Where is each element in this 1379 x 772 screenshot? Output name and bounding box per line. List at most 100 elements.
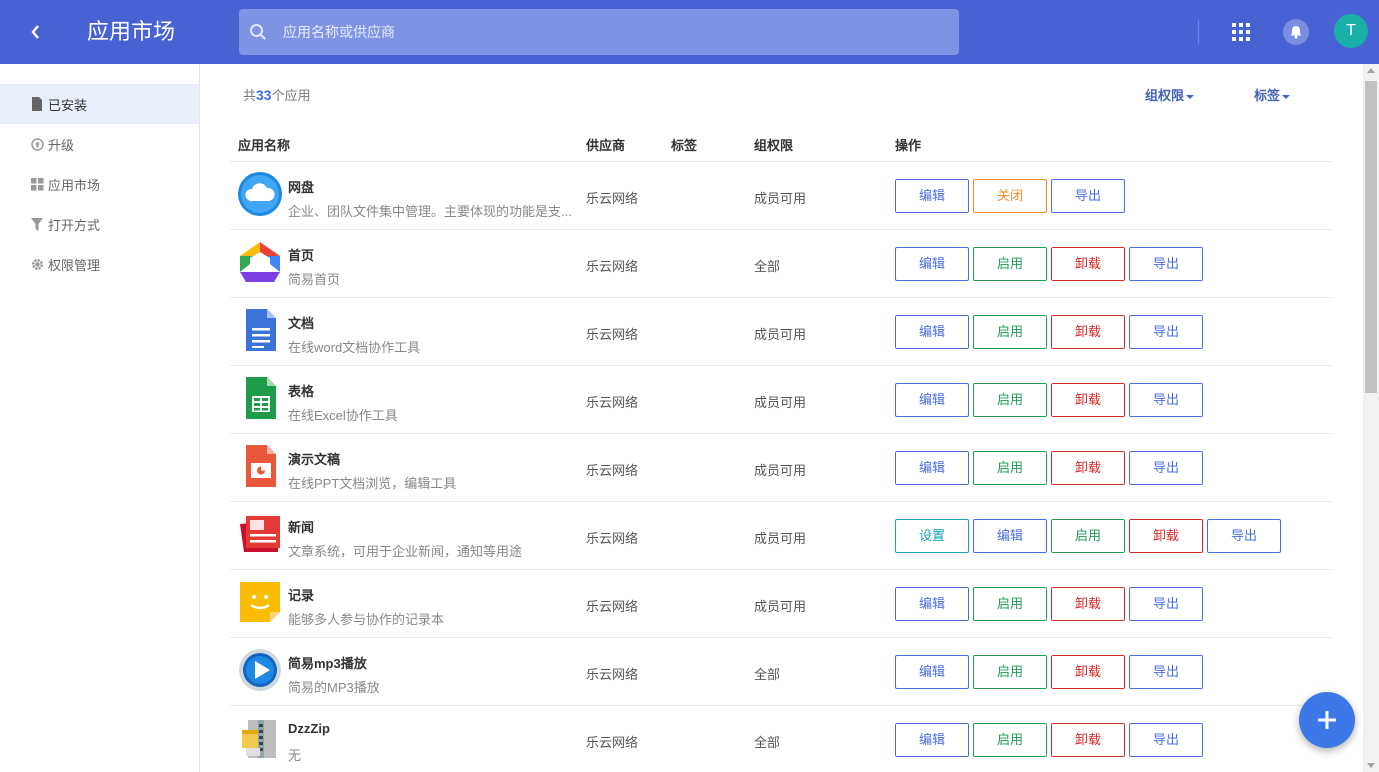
caret-down-icon <box>1282 94 1291 99</box>
edit-button[interactable]: 编辑 <box>895 383 969 417</box>
table-row: 网盘企业、团队文件集中管理。主要体现的功能是支... 乐云网络 成员可用 编辑 关闭 导出 <box>230 162 1332 230</box>
cloud-icon <box>238 172 282 216</box>
close-button[interactable]: 关闭 <box>973 179 1047 213</box>
col-header-vendor: 供应商 <box>586 138 626 153</box>
app-vendor: 乐云网络 <box>586 327 639 342</box>
uninstall-button[interactable]: 卸载 <box>1051 587 1125 621</box>
edit-button[interactable]: 编辑 <box>895 315 969 349</box>
vertical-scrollbar[interactable] <box>1363 64 1379 772</box>
enable-button[interactable]: 启用 <box>973 247 1047 281</box>
table-row: 文档在线word文档协作工具 乐云网络 成员可用 编辑 启用 卸载 导出 <box>230 298 1332 366</box>
main-content: 共33个应用 组权限 标签 应用名称 供应商 标签 组权限 操作 网盘 企业、团队… <box>200 64 1363 772</box>
export-button[interactable]: 导出 <box>1207 519 1281 553</box>
table-row: 演示文稿 在线PPT文档浏览，编辑工具 乐云网络 成员可用 编辑 启用 卸载 导出 <box>230 434 1332 502</box>
enable-button[interactable]: 启用 <box>973 655 1047 689</box>
sidebar-item-open-with[interactable]: 打开方式 <box>0 204 199 244</box>
export-button[interactable]: 导出 <box>1129 247 1203 281</box>
app-description: 无 <box>288 748 302 763</box>
app-count: 共33个应用 <box>243 85 311 104</box>
add-app-button[interactable] <box>1299 692 1355 748</box>
app-permission: 成员可用 <box>754 327 807 342</box>
export-button[interactable]: 导出 <box>1129 587 1203 621</box>
sidebar-item-permissions[interactable]: 权限管理 <box>0 244 199 284</box>
enable-button[interactable]: 启用 <box>1051 519 1125 553</box>
uninstall-button[interactable]: 卸载 <box>1051 723 1125 757</box>
edit-button[interactable]: 编辑 <box>895 451 969 485</box>
col-header-tag: 标签 <box>671 138 698 153</box>
sidebar-item-market[interactable]: 应用市场 <box>0 164 199 204</box>
export-button[interactable]: 导出 <box>1129 655 1203 689</box>
app-vendor: 乐云网络 <box>586 531 639 546</box>
app-vendor: 乐云网络 <box>586 735 639 750</box>
header-divider <box>1198 20 1199 44</box>
sidebar-item-label: 打开方式 <box>48 217 101 233</box>
app-permission: 成员可用 <box>754 463 807 478</box>
user-avatar[interactable]: T <box>1334 14 1368 48</box>
uninstall-button[interactable]: 卸载 <box>1051 451 1125 485</box>
app-vendor: 乐云网络 <box>586 191 639 206</box>
enable-button[interactable]: 启用 <box>973 383 1047 417</box>
scroll-down-arrow-icon[interactable] <box>1367 763 1375 768</box>
notification-bell-icon[interactable] <box>1283 19 1309 45</box>
back-arrow-icon[interactable] <box>24 20 48 44</box>
table-row: 首页 简易首页 乐云网络 全部 编辑 启用 卸载 导出 <box>230 230 1332 298</box>
app-description: 简易首页 <box>288 272 341 287</box>
edit-button[interactable]: 编辑 <box>895 655 969 689</box>
search-box[interactable] <box>239 9 959 55</box>
enable-button[interactable]: 启用 <box>973 587 1047 621</box>
gear-icon <box>30 257 44 271</box>
uninstall-button[interactable]: 卸载 <box>1129 519 1203 553</box>
grid-icon <box>30 177 44 191</box>
app-name: 演示文稿 <box>288 452 341 467</box>
app-description: 在线word文档协作工具 <box>288 340 421 355</box>
page-title: 应用市场 <box>87 19 176 44</box>
scroll-up-arrow-icon[interactable] <box>1367 68 1375 73</box>
uninstall-button[interactable]: 卸载 <box>1051 247 1125 281</box>
app-name: 网盘 <box>288 180 315 195</box>
app-name: 新闻 <box>288 520 315 535</box>
enable-button[interactable]: 启用 <box>973 315 1047 349</box>
edit-button[interactable]: 编辑 <box>895 723 969 757</box>
edit-button[interactable]: 编辑 <box>895 587 969 621</box>
app-description: 能够多人参与协作的记录本 <box>288 612 445 627</box>
edit-button[interactable]: 编辑 <box>895 179 969 213</box>
app-permission: 成员可用 <box>754 191 807 206</box>
col-header-name: 应用名称 <box>238 138 291 153</box>
tag-dropdown[interactable]: 标签 <box>1254 85 1291 104</box>
scroll-thumb[interactable] <box>1365 81 1377 393</box>
export-button[interactable]: 导出 <box>1051 179 1125 213</box>
export-button[interactable]: 导出 <box>1129 383 1203 417</box>
settings-button[interactable]: 设置 <box>895 519 969 553</box>
uninstall-button[interactable]: 卸载 <box>1051 383 1125 417</box>
export-button[interactable]: 导出 <box>1129 723 1203 757</box>
sidebar: 已安装 升级 应用市场 打开方式 权限管理 <box>0 64 200 772</box>
edit-button[interactable]: 编辑 <box>973 519 1047 553</box>
play-icon <box>238 648 282 692</box>
sidebar-item-installed[interactable]: 已安装 <box>0 84 199 124</box>
uninstall-button[interactable]: 卸载 <box>1051 655 1125 689</box>
app-permission: 全部 <box>754 259 781 274</box>
plus-icon <box>1318 711 1336 729</box>
table-row: 表格 在线Excel协作工具 乐云网络 成员可用 编辑 启用 卸载 导出 <box>230 366 1332 434</box>
app-description: 企业、团队文件集中管理。主要体现的功能是支... <box>288 204 572 219</box>
zip-icon <box>238 716 282 760</box>
search-icon <box>250 24 266 40</box>
search-input[interactable] <box>283 9 943 55</box>
file-icon <box>30 97 44 111</box>
app-name: 文档 <box>288 316 315 331</box>
sidebar-item-label: 应用市场 <box>48 177 101 193</box>
export-button[interactable]: 导出 <box>1129 451 1203 485</box>
enable-button[interactable]: 启用 <box>973 451 1047 485</box>
edit-button[interactable]: 编辑 <box>895 247 969 281</box>
group-permission-dropdown[interactable]: 组权限 <box>1145 85 1195 104</box>
apps-grid-icon[interactable] <box>1232 23 1250 41</box>
export-button[interactable]: 导出 <box>1129 315 1203 349</box>
slides-icon <box>238 444 282 488</box>
upgrade-circle-icon <box>30 137 44 151</box>
count-number: 33 <box>256 87 272 103</box>
enable-button[interactable]: 启用 <box>973 723 1047 757</box>
uninstall-button[interactable]: 卸载 <box>1051 315 1125 349</box>
sidebar-item-upgrade[interactable]: 升级 <box>0 124 199 164</box>
table-row: DzzZip 无 乐云网络 全部 编辑 启用 卸载 导出 <box>230 706 1332 772</box>
app-permission: 全部 <box>754 667 781 682</box>
